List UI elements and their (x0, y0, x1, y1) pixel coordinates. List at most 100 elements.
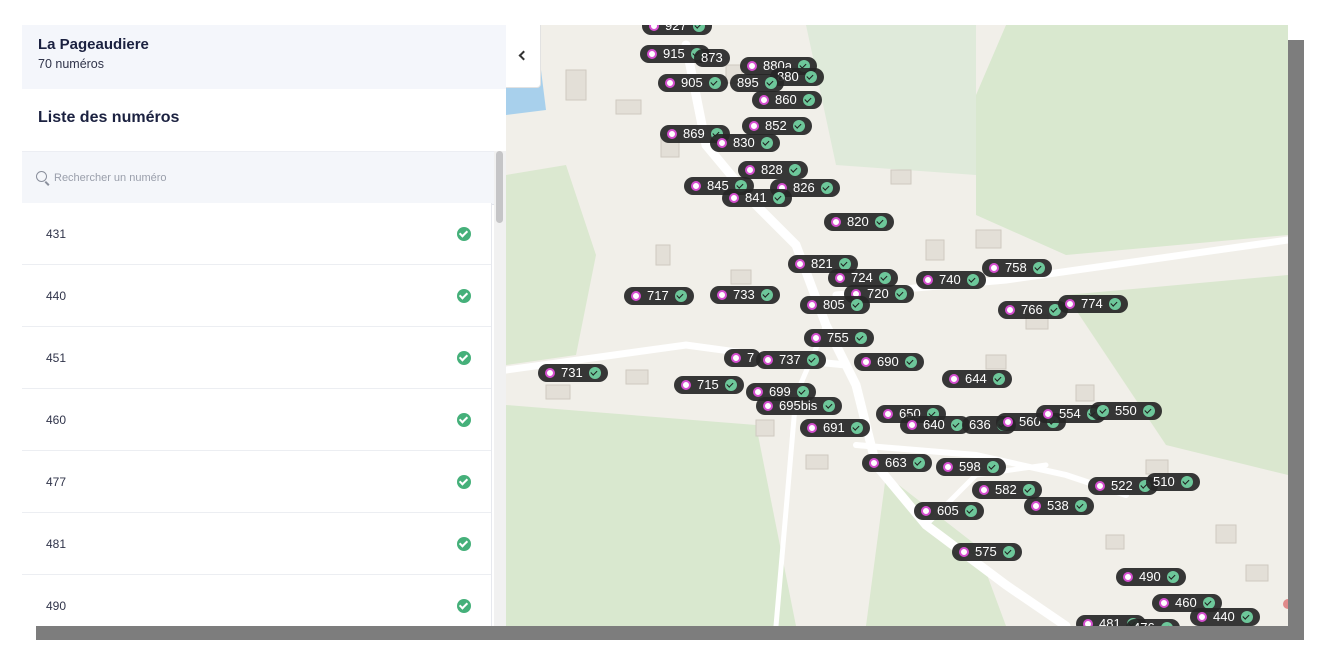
address-marker[interactable]: 490 (1116, 568, 1186, 586)
address-marker[interactable]: 805 (800, 296, 870, 314)
address-marker[interactable]: 550 (1090, 402, 1162, 420)
check-circle-icon (804, 71, 817, 83)
address-marker[interactable]: 640 (900, 416, 970, 434)
marker-dot-icon (747, 61, 757, 71)
check-circle-icon (1240, 611, 1253, 623)
collapse-sidebar-button[interactable] (506, 25, 541, 88)
address-marker[interactable]: 717 (624, 287, 694, 305)
address-marker[interactable]: 895 (730, 74, 784, 92)
list-item[interactable]: 460 (22, 389, 491, 451)
address-marker[interactable]: 774 (1058, 295, 1128, 313)
marker-dot-icon (869, 458, 879, 468)
number-label: 490 (46, 599, 67, 613)
marker-label: 915 (663, 46, 685, 61)
marker-dot-icon (1095, 481, 1105, 491)
marker-dot-icon (811, 333, 821, 343)
marker-dot-icon (807, 423, 817, 433)
address-marker[interactable]: 828 (738, 161, 808, 179)
check-circle-icon (1002, 546, 1015, 558)
address-marker[interactable]: 644 (942, 370, 1012, 388)
marker-label: 841 (745, 190, 767, 205)
map-edge-marker (1283, 599, 1288, 609)
address-marker[interactable]: 873 (694, 49, 730, 67)
marker-label: 869 (683, 126, 705, 141)
marker-label: 758 (1005, 260, 1027, 275)
address-marker[interactable]: 691 (800, 419, 870, 437)
number-label: 451 (46, 351, 67, 365)
address-marker[interactable]: 758 (982, 259, 1052, 277)
check-circle-icon (760, 289, 773, 301)
list-item[interactable]: 490 (22, 575, 491, 626)
marker-label: 605 (937, 503, 959, 518)
address-marker[interactable]: 737 (756, 351, 826, 369)
marker-dot-icon (717, 138, 727, 148)
address-marker[interactable]: 690 (854, 353, 924, 371)
address-marker[interactable]: 715 (674, 376, 744, 394)
address-marker[interactable]: 905 (658, 74, 728, 92)
marker-dot-icon (949, 374, 959, 384)
address-marker[interactable]: 740 (916, 271, 986, 289)
address-marker[interactable]: 733 (710, 286, 780, 304)
list-item[interactable]: 481 (22, 513, 491, 575)
number-label: 431 (46, 227, 67, 241)
check-circle-icon (1032, 262, 1045, 274)
address-marker[interactable]: 538 (1024, 497, 1094, 515)
marker-label: 905 (681, 75, 703, 90)
frame-shadow-bottom (36, 626, 1304, 640)
list-item[interactable]: 440 (22, 265, 491, 327)
search-input[interactable] (54, 166, 474, 190)
address-marker[interactable]: 820 (824, 213, 894, 231)
check-circle-icon (457, 537, 471, 551)
street-header: La Pageaudiere 70 numéros (22, 25, 506, 89)
marker-label: 826 (793, 180, 815, 195)
marker-dot-icon (1003, 417, 1013, 427)
marker-dot-icon (665, 78, 675, 88)
number-label: 460 (46, 413, 67, 427)
marker-dot-icon (753, 387, 763, 397)
check-circle-icon (1166, 571, 1179, 583)
address-marker[interactable]: 755 (804, 329, 874, 347)
list-item[interactable]: 431 (22, 203, 491, 265)
scrollbar-thumb[interactable] (496, 151, 503, 223)
address-marker[interactable]: 575 (952, 543, 1022, 561)
number-list: 431 440 451 460 477 481 490 (22, 203, 492, 626)
marker-label: 805 (823, 297, 845, 312)
list-scrollbar[interactable] (494, 151, 506, 626)
address-marker[interactable]: 695bis (756, 397, 843, 415)
address-marker[interactable]: 927 (642, 25, 712, 35)
address-marker[interactable]: 440 (1190, 608, 1260, 626)
marker-label: 695bis (779, 398, 818, 413)
map-view[interactable]: 927 915 873 880a 880 905 895 860 869 852… (506, 25, 1288, 626)
marker-label: 852 (765, 118, 787, 133)
address-marker[interactable]: 510 (1146, 473, 1200, 491)
address-marker[interactable]: 7 (724, 349, 762, 367)
marker-label: 774 (1081, 296, 1103, 311)
map-background (506, 25, 1288, 626)
marker-label: 740 (939, 272, 961, 287)
marker-label: 821 (811, 256, 833, 271)
check-circle-icon (724, 379, 737, 391)
list-item[interactable]: 451 (22, 327, 491, 389)
search-bar (22, 151, 494, 205)
check-circle-icon (854, 332, 867, 344)
address-marker[interactable]: 663 (862, 454, 932, 472)
marker-label: 554 (1059, 406, 1081, 421)
address-marker[interactable]: 830 (710, 134, 780, 152)
marker-dot-icon (545, 368, 555, 378)
marker-dot-icon (883, 409, 893, 419)
address-marker[interactable]: 731 (538, 364, 608, 382)
address-marker[interactable]: 605 (914, 502, 984, 520)
address-marker[interactable]: 860 (752, 91, 822, 109)
list-item[interactable]: 477 (22, 451, 491, 513)
marker-dot-icon (749, 121, 759, 131)
address-marker[interactable]: 476 (1126, 619, 1180, 626)
marker-dot-icon (1005, 305, 1015, 315)
marker-label: 538 (1047, 498, 1069, 513)
marker-dot-icon (763, 401, 773, 411)
check-circle-icon (850, 299, 863, 311)
address-marker[interactable]: 598 (936, 458, 1006, 476)
address-marker[interactable]: 852 (742, 117, 812, 135)
address-marker[interactable]: 841 (722, 189, 792, 207)
marker-label: 690 (877, 354, 899, 369)
marker-dot-icon (763, 355, 773, 365)
